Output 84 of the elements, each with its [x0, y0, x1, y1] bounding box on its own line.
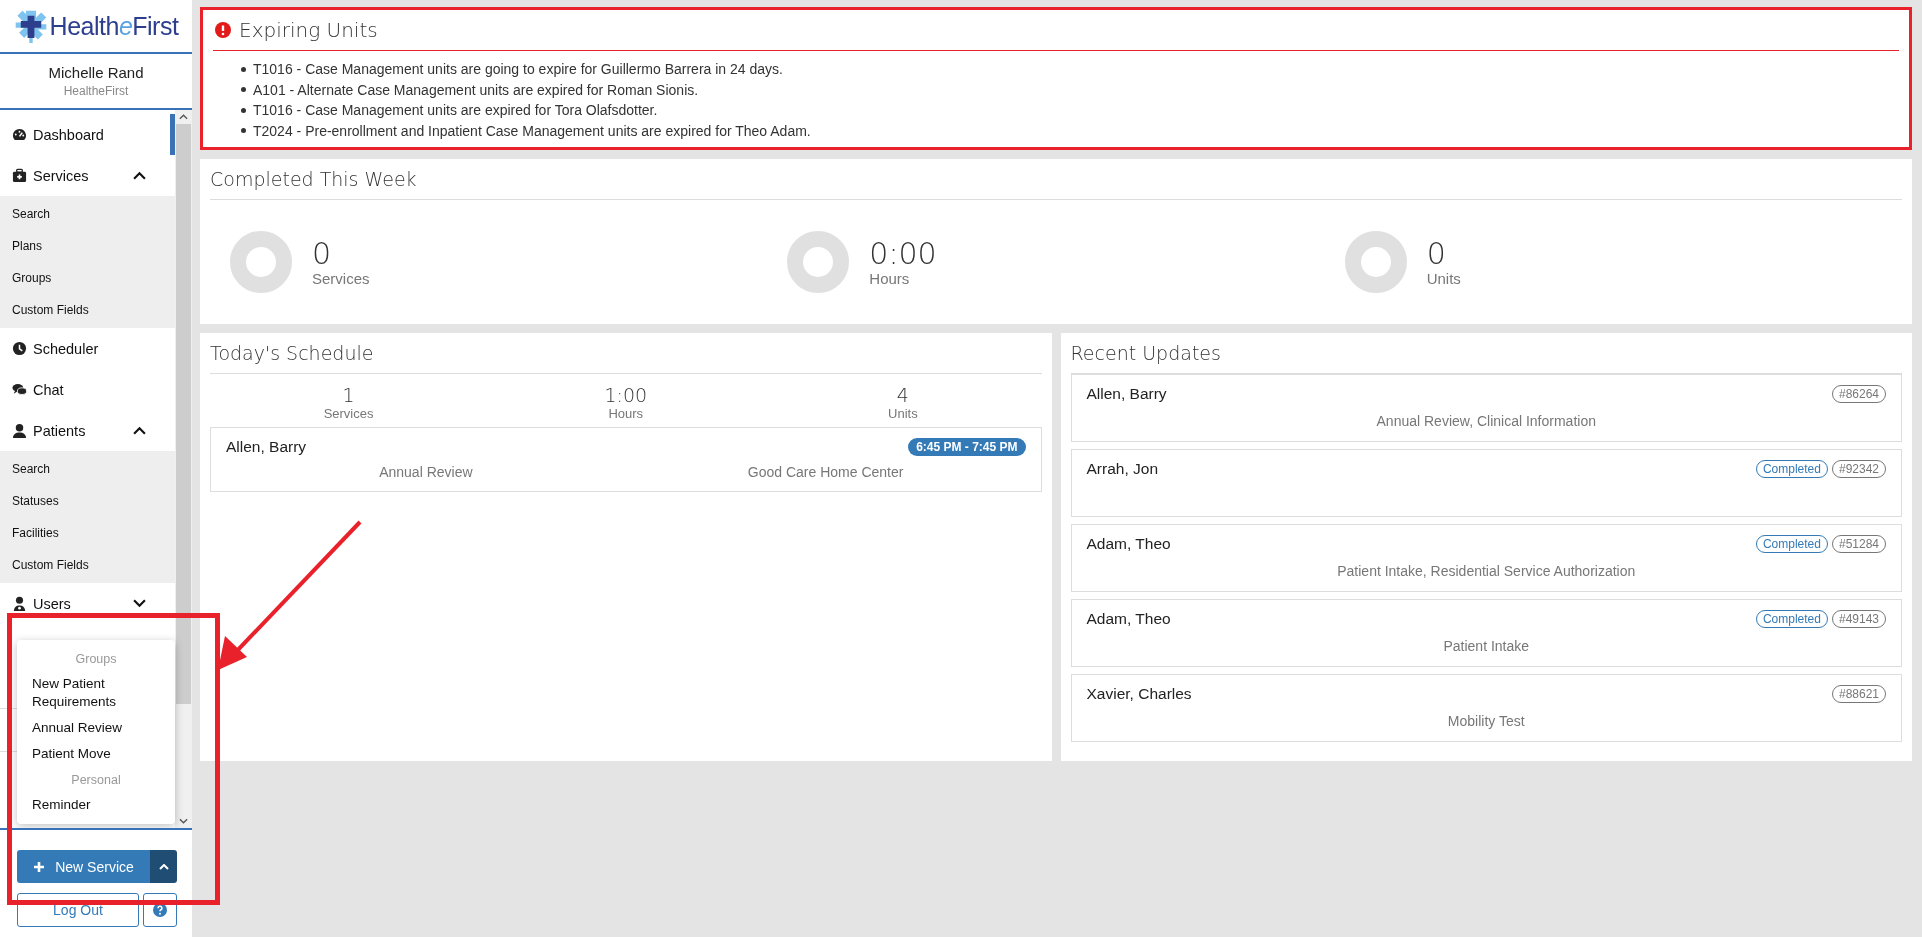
menu-item[interactable]: Annual Review: [17, 715, 175, 741]
chat-icon: [12, 382, 27, 397]
nav-subitem[interactable]: Search: [0, 198, 175, 230]
stat-value: 4: [895, 384, 910, 406]
service-names: Annual Review, Clinical Information: [1375, 412, 1597, 429]
alert-text: T1016 - Case Management units are expired for Tora Olafsdotter.: [253, 101, 658, 120]
dashboard-icon: [12, 127, 27, 142]
facility-name: Good Care Home Center: [746, 464, 905, 480]
scroll-up-icon[interactable]: [179, 114, 188, 120]
service-name: Annual Review: [378, 464, 474, 480]
bullet-icon: [241, 128, 246, 134]
stat-value: 0: [1426, 237, 1447, 270]
logo-icon: [13, 9, 48, 43]
service-names: Patient Intake, Residential Service Authorization: [1336, 562, 1637, 579]
nav-item[interactable]: Scheduler: [0, 328, 175, 369]
patient-name: Adam, Theo: [1086, 535, 1171, 553]
bullet-icon: [241, 66, 246, 72]
card-title: Recent Updates: [1070, 333, 1902, 374]
patient-name: Arrah, Jon: [1086, 460, 1158, 478]
stat-label: Services: [322, 406, 375, 421]
nav-subitem[interactable]: Custom Fields: [0, 549, 175, 581]
stat-label: Hours: [869, 269, 911, 287]
caret-icon: [158, 863, 169, 870]
nav-item[interactable]: Patients: [0, 410, 175, 451]
card-title: Completed This Week: [210, 159, 1902, 200]
person-icon: [12, 423, 27, 438]
menu-item[interactable]: Patient Move: [17, 741, 175, 767]
nav-subitem[interactable]: Statuses: [0, 485, 175, 517]
logo-text: HealtheFirst: [49, 11, 179, 41]
scrollbar[interactable]: [175, 110, 192, 828]
bullet-icon: [241, 107, 246, 113]
nav-subitem[interactable]: Search: [0, 453, 175, 485]
service-names: Mobility Test: [1446, 712, 1526, 729]
nav-subitem[interactable]: Facilities: [0, 517, 175, 549]
patient-name: Allen, Barry: [226, 438, 307, 456]
menu-heading: Groups: [74, 651, 118, 668]
time-badge: 6:45 PM - 7:45 PM: [908, 438, 1026, 456]
appointment-card[interactable]: Allen, Barry 6:45 PM - 7:45 PM Annual Review Good Care Home Center: [210, 427, 1042, 492]
help-icon: [153, 903, 167, 917]
nav-subitem[interactable]: Plans: [0, 230, 175, 262]
card-title: Today's Schedule: [210, 333, 1042, 374]
nav-subitem[interactable]: Custom Fields: [0, 294, 175, 326]
ring-icon: [230, 231, 292, 293]
stat-value: 0: [312, 237, 333, 270]
ring-icon: [1344, 231, 1407, 293]
card-title: Expiring Units: [239, 18, 378, 42]
update-card[interactable]: Adam, Theo Completed #49143 Patient Intake: [1070, 599, 1902, 667]
clock-icon: [12, 341, 27, 356]
alert-text: A101 - Alternate Case Management units are expired for Roman Sionis.: [253, 80, 699, 100]
scroll-down-icon[interactable]: [179, 818, 188, 824]
caret-button[interactable]: [150, 850, 177, 883]
nav-item[interactable]: Chat: [0, 369, 175, 410]
update-card[interactable]: Xavier, Charles #88621 Mobility Test: [1070, 674, 1902, 742]
menu-item[interactable]: New Patient Requirements: [17, 671, 175, 715]
ring-icon: [787, 231, 850, 293]
stat-label: Units: [1426, 269, 1461, 287]
stat-value: 1:00: [603, 384, 649, 406]
user-name: Michelle Rand: [48, 64, 144, 81]
alert-text: T1016 - Case Management units are going to expire for Guillermo Barrera in 24 days.: [253, 60, 783, 79]
patient-name: Adam, Theo: [1086, 610, 1171, 628]
update-card[interactable]: Allen, Barry #86264 Annual Review, Clinical Information: [1070, 374, 1902, 442]
patient-name: Xavier, Charles: [1086, 685, 1192, 703]
plus-icon: [33, 860, 46, 873]
stat-label: Hours: [607, 406, 645, 421]
stat-label: Services: [312, 269, 370, 287]
nav-subitem[interactable]: Groups: [0, 262, 175, 294]
stat-value: 1: [341, 384, 356, 406]
menu-item[interactable]: Reminder: [17, 792, 175, 818]
alert-text: T2024 - Pre-enrollment and Inpatient Case Management units are expired for Theo Adam.: [253, 121, 811, 141]
nav-item[interactable]: Users: [0, 583, 175, 624]
alert-icon: [215, 22, 231, 38]
update-card[interactable]: Adam, Theo Completed #51284 Patient Intake, Residential Service Authorization: [1070, 524, 1902, 592]
menu-heading: Personal: [70, 772, 122, 789]
new-service-button[interactable]: New Service: [17, 850, 150, 883]
nav-item[interactable]: Services: [0, 155, 175, 196]
user-doctor-icon: [12, 596, 27, 611]
patient-name: Allen, Barry: [1086, 385, 1167, 403]
stat-value: 0:00: [869, 237, 937, 270]
service-names: Patient Intake: [1442, 637, 1531, 654]
medical-bag-icon: [12, 168, 27, 183]
stat-label: Units: [887, 406, 919, 421]
user-organization: HealtheFirst: [63, 84, 129, 98]
bullet-icon: [241, 87, 246, 93]
update-card[interactable]: Arrah, Jon Completed #92342: [1070, 449, 1902, 517]
